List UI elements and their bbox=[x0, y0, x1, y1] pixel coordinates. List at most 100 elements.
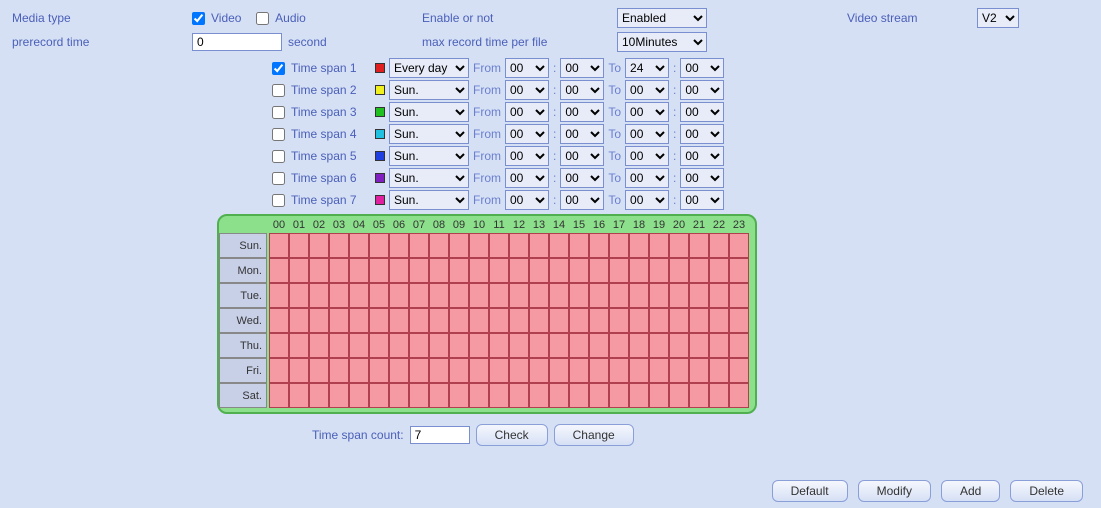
schedule-cell[interactable] bbox=[629, 333, 649, 358]
schedule-cell[interactable] bbox=[409, 358, 429, 383]
schedule-cell[interactable] bbox=[689, 308, 709, 333]
schedule-cell[interactable] bbox=[449, 308, 469, 333]
schedule-cell[interactable] bbox=[609, 383, 629, 408]
modify-button[interactable]: Modify bbox=[858, 480, 931, 502]
schedule-cell[interactable] bbox=[409, 333, 429, 358]
schedule-cell[interactable] bbox=[509, 258, 529, 283]
schedule-cell[interactable] bbox=[449, 383, 469, 408]
schedule-cell[interactable] bbox=[529, 383, 549, 408]
timespan-2-from-mm[interactable]: 00 bbox=[560, 80, 604, 100]
schedule-cell[interactable] bbox=[269, 358, 289, 383]
timespan-6-to-mm[interactable]: 00 bbox=[680, 168, 724, 188]
schedule-cell[interactable] bbox=[429, 233, 449, 258]
schedule-cell[interactable] bbox=[469, 258, 489, 283]
schedule-cell[interactable] bbox=[709, 233, 729, 258]
schedule-cell[interactable] bbox=[709, 283, 729, 308]
timespan-2-from-hh[interactable]: 00 bbox=[505, 80, 549, 100]
schedule-cell[interactable] bbox=[349, 258, 369, 283]
timespan-2-day-select[interactable]: Sun. bbox=[389, 80, 469, 100]
schedule-cell[interactable] bbox=[609, 258, 629, 283]
schedule-cell[interactable] bbox=[269, 308, 289, 333]
timespan-3-to-hh[interactable]: 00 bbox=[625, 102, 669, 122]
schedule-cell[interactable] bbox=[389, 283, 409, 308]
timespan-1-from-mm[interactable]: 00 bbox=[560, 58, 604, 78]
schedule-cell[interactable] bbox=[489, 383, 509, 408]
timespan-4-to-mm[interactable]: 00 bbox=[680, 124, 724, 144]
timespan-6-checkbox[interactable] bbox=[272, 172, 285, 185]
schedule-cell[interactable] bbox=[329, 233, 349, 258]
schedule-cell[interactable] bbox=[389, 383, 409, 408]
schedule-cell[interactable] bbox=[389, 233, 409, 258]
schedule-cell[interactable] bbox=[449, 283, 469, 308]
schedule-cell[interactable] bbox=[429, 308, 449, 333]
timespan-1-from-hh[interactable]: 00 bbox=[505, 58, 549, 78]
schedule-cell[interactable] bbox=[349, 383, 369, 408]
schedule-cell[interactable] bbox=[289, 358, 309, 383]
schedule-cell[interactable] bbox=[629, 308, 649, 333]
timespan-5-from-mm[interactable]: 00 bbox=[560, 146, 604, 166]
timespan-3-day-select[interactable]: Sun. bbox=[389, 102, 469, 122]
schedule-cell[interactable] bbox=[369, 258, 389, 283]
schedule-cell[interactable] bbox=[649, 358, 669, 383]
timespan-7-from-hh[interactable]: 00 bbox=[505, 190, 549, 210]
schedule-cell[interactable] bbox=[369, 383, 389, 408]
schedule-cell[interactable] bbox=[669, 283, 689, 308]
schedule-cell[interactable] bbox=[629, 233, 649, 258]
schedule-cell[interactable] bbox=[349, 308, 369, 333]
timespan-5-from-hh[interactable]: 00 bbox=[505, 146, 549, 166]
timespan-1-to-hh[interactable]: 24 bbox=[625, 58, 669, 78]
timespan-2-to-mm[interactable]: 00 bbox=[680, 80, 724, 100]
timespan-2-checkbox[interactable] bbox=[272, 84, 285, 97]
schedule-cell[interactable] bbox=[709, 333, 729, 358]
schedule-cell[interactable] bbox=[329, 283, 349, 308]
schedule-cell[interactable] bbox=[409, 283, 429, 308]
schedule-cell[interactable] bbox=[629, 283, 649, 308]
schedule-cell[interactable] bbox=[729, 333, 749, 358]
schedule-cell[interactable] bbox=[569, 383, 589, 408]
schedule-cell[interactable] bbox=[369, 358, 389, 383]
timespan-1-day-select[interactable]: Every day bbox=[389, 58, 469, 78]
schedule-cell[interactable] bbox=[489, 358, 509, 383]
schedule-cell[interactable] bbox=[649, 383, 669, 408]
schedule-cell[interactable] bbox=[349, 333, 369, 358]
timespan-4-day-select[interactable]: Sun. bbox=[389, 124, 469, 144]
schedule-cell[interactable] bbox=[509, 233, 529, 258]
audio-checkbox[interactable] bbox=[256, 12, 269, 25]
schedule-cell[interactable] bbox=[269, 258, 289, 283]
schedule-cell[interactable] bbox=[329, 383, 349, 408]
timespan-5-to-hh[interactable]: 00 bbox=[625, 146, 669, 166]
schedule-cell[interactable] bbox=[329, 333, 349, 358]
schedule-cell[interactable] bbox=[569, 233, 589, 258]
schedule-cell[interactable] bbox=[709, 383, 729, 408]
timespan-5-to-mm[interactable]: 00 bbox=[680, 146, 724, 166]
schedule-cell[interactable] bbox=[569, 283, 589, 308]
prerecord-input[interactable] bbox=[192, 33, 282, 51]
schedule-cell[interactable] bbox=[489, 308, 509, 333]
timespan-6-from-hh[interactable]: 00 bbox=[505, 168, 549, 188]
schedule-cell[interactable] bbox=[609, 233, 629, 258]
check-button[interactable]: Check bbox=[476, 424, 548, 446]
schedule-cell[interactable] bbox=[709, 358, 729, 383]
schedule-cell[interactable] bbox=[709, 258, 729, 283]
timespan-3-from-hh[interactable]: 00 bbox=[505, 102, 549, 122]
schedule-cell[interactable] bbox=[429, 283, 449, 308]
schedule-cell[interactable] bbox=[349, 358, 369, 383]
schedule-cell[interactable] bbox=[429, 383, 449, 408]
timespan-6-to-hh[interactable]: 00 bbox=[625, 168, 669, 188]
schedule-cell[interactable] bbox=[429, 358, 449, 383]
schedule-cell[interactable] bbox=[409, 233, 429, 258]
schedule-cell[interactable] bbox=[389, 358, 409, 383]
schedule-cell[interactable] bbox=[509, 383, 529, 408]
schedule-cell[interactable] bbox=[289, 333, 309, 358]
schedule-cell[interactable] bbox=[729, 358, 749, 383]
schedule-cell[interactable] bbox=[349, 233, 369, 258]
schedule-cell[interactable] bbox=[349, 283, 369, 308]
schedule-cell[interactable] bbox=[529, 358, 549, 383]
schedule-cell[interactable] bbox=[409, 258, 429, 283]
video-checkbox[interactable] bbox=[192, 12, 205, 25]
schedule-cell[interactable] bbox=[589, 258, 609, 283]
timespan-4-from-mm[interactable]: 00 bbox=[560, 124, 604, 144]
schedule-cell[interactable] bbox=[409, 308, 429, 333]
schedule-cell[interactable] bbox=[269, 233, 289, 258]
schedule-cell[interactable] bbox=[329, 308, 349, 333]
